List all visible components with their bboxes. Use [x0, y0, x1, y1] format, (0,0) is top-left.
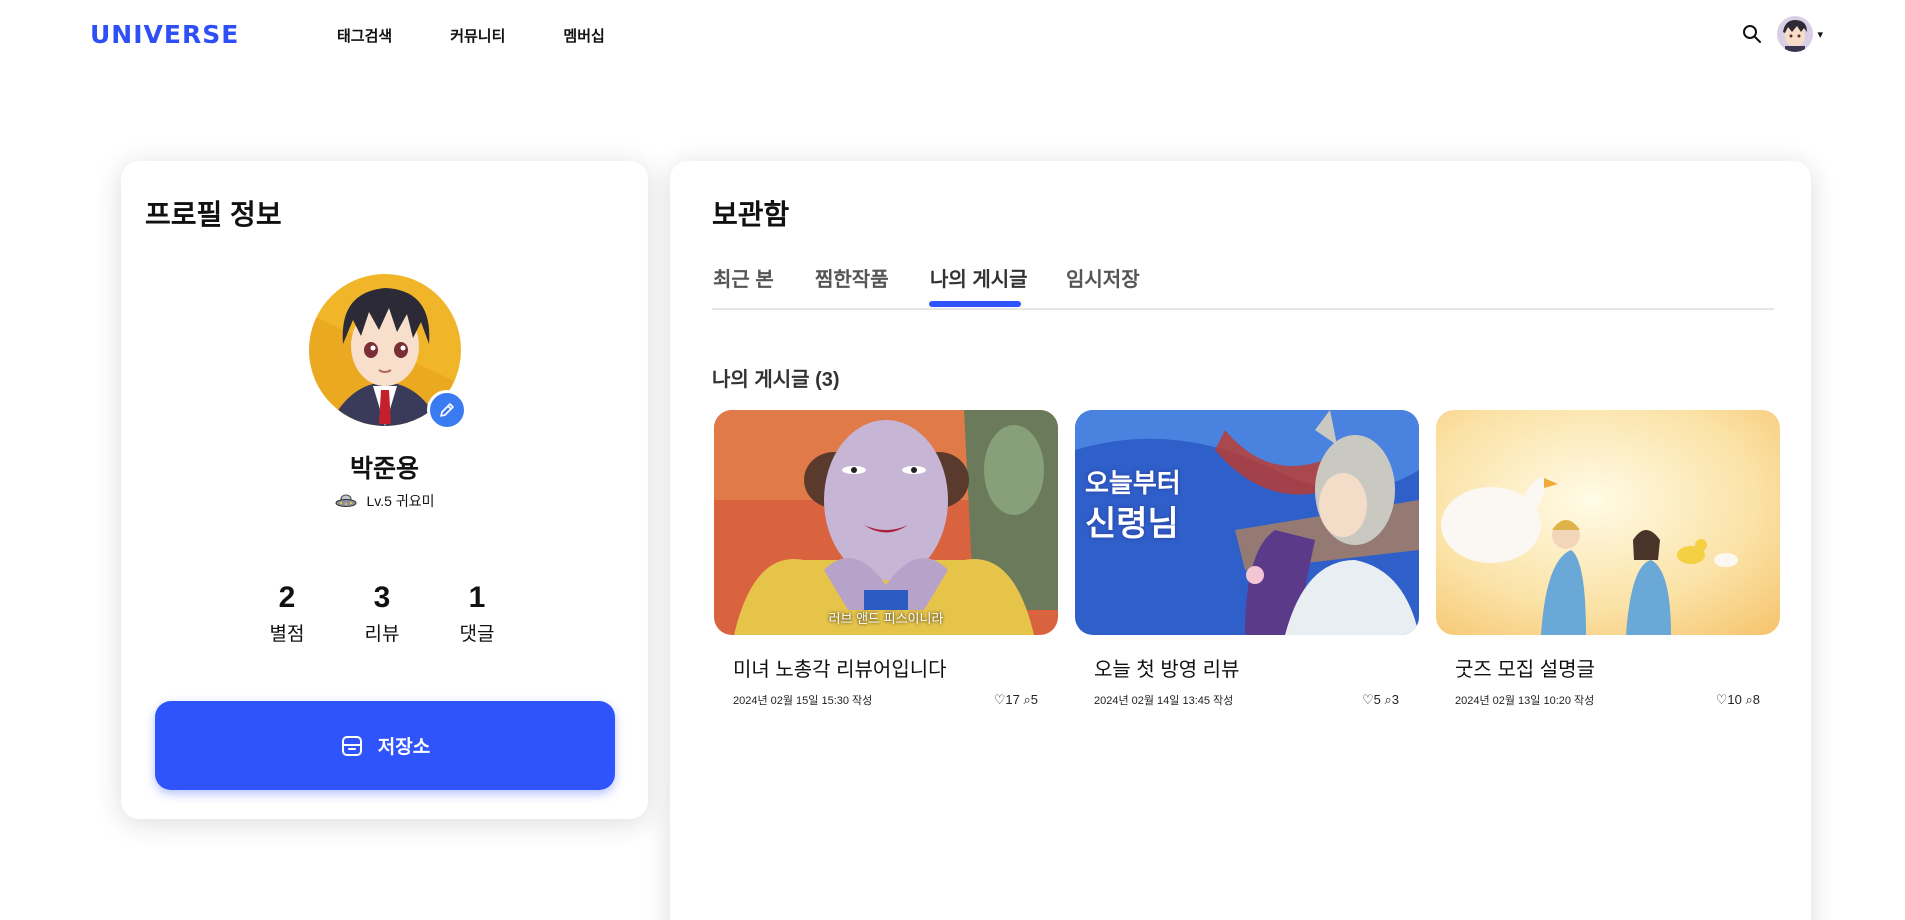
post-thumbnail: [1436, 410, 1780, 635]
header-actions: ▾: [1741, 16, 1823, 52]
header-avatar[interactable]: [1777, 16, 1814, 52]
stat-label: 댓글: [459, 624, 495, 645]
stat-label: 리뷰: [364, 624, 400, 645]
comment-count: ⌕5: [1023, 692, 1038, 707]
post-card[interactable]: 오늘부터 신령님 오늘 첫 방영 리뷰 2024년 02월 14일 13:45 …: [1075, 410, 1419, 708]
post-title: 굿즈 모집 설명글: [1455, 659, 1595, 681]
pencil-icon: [440, 403, 454, 417]
comment-count: ⌕3: [1384, 692, 1399, 707]
tab-my-posts[interactable]: 나의 게시글: [930, 263, 1028, 292]
profile-card: 프로필 정보 박준용 Lv.5 귀요미 2 별점 3 리뷰 1 댓글 저장소: [121, 161, 648, 819]
tab-favorites[interactable]: 찜한작품: [815, 263, 889, 292]
like-count: ♡17: [993, 692, 1020, 707]
nav-community[interactable]: 커뮤니티: [450, 25, 505, 46]
edit-avatar-button[interactable]: [427, 390, 467, 430]
profile-stats: 2 별점 3 리뷰 1 댓글: [247, 581, 517, 646]
post-thumbnail: 러브 앤드 피스이니라: [714, 410, 1058, 635]
profile-avatar-wrap: [309, 274, 467, 430]
like-count: ♡5: [1361, 692, 1381, 707]
main-nav: 태그검색 커뮤니티 멤버십: [337, 25, 663, 46]
storage-tabs: 최근 본 찜한작품 나의 게시글 임시저장: [712, 263, 1774, 310]
storage-title: 보관함: [712, 199, 790, 230]
post-date: 2024년 02월 15일 15:30 작성: [733, 695, 873, 707]
stat-ratings[interactable]: 2 별점: [247, 581, 327, 646]
post-date: 2024년 02월 14일 13:45 작성: [1094, 695, 1234, 707]
thumbnail-title: 오늘부터 신령님: [1085, 464, 1181, 544]
thumbnail-title-line: 신령님: [1085, 504, 1179, 544]
post-title: 미녀 노총각 리뷰어입니다: [733, 659, 947, 681]
tab-recent[interactable]: 최근 본: [713, 263, 774, 292]
user-name: 박준용: [349, 455, 419, 483]
post-meta: 2024년 02월 15일 15:30 작성 ♡17 ⌕5: [733, 692, 1038, 708]
storage-card: 보관함 최근 본 찜한작품 나의 게시글 임시저장 나의 게시글 (3) 러브 …: [670, 161, 1811, 920]
storage-button[interactable]: 저장소: [155, 701, 615, 790]
storage-button-label: 저장소: [377, 737, 431, 758]
post-counts: ♡10 ⌕8: [1716, 692, 1760, 708]
post-thumbnail: 오늘부터 신령님: [1075, 410, 1419, 635]
stat-label: 별점: [269, 624, 305, 645]
level-label: Lv.5 귀요미: [366, 493, 435, 509]
search-icon[interactable]: [1741, 23, 1763, 45]
stat-value: 2: [278, 581, 296, 614]
post-card[interactable]: 러브 앤드 피스이니라 미녀 노총각 리뷰어입니다 2024년 02월 15일 …: [714, 410, 1058, 708]
archive-icon: [341, 735, 362, 756]
tab-drafts[interactable]: 임시저장: [1066, 263, 1140, 292]
post-card[interactable]: 굿즈 모집 설명글 2024년 02월 13일 10:20 작성 ♡10 ⌕8: [1436, 410, 1780, 708]
stat-value: 3: [373, 581, 391, 614]
nav-tag-search[interactable]: 태그검색: [337, 25, 392, 46]
nav-membership[interactable]: 멤버십: [563, 25, 604, 46]
post-counts: ♡17 ⌕5: [994, 692, 1038, 708]
stat-comments[interactable]: 1 댓글: [437, 581, 517, 646]
like-count: ♡10: [1715, 692, 1742, 707]
section-title: 나의 게시글 (3): [712, 369, 840, 391]
thumbnail-subtitle: 러브 앤드 피스이니라: [828, 611, 944, 626]
post-title: 오늘 첫 방영 리뷰: [1094, 659, 1240, 681]
post-counts: ♡5 ⌕3: [1362, 692, 1399, 708]
user-level: Lv.5 귀요미: [121, 491, 648, 511]
post-meta: 2024년 02월 14일 13:45 작성 ♡5 ⌕3: [1094, 692, 1399, 708]
top-header: UNIVERSE 태그검색 커뮤니티 멤버십 ▾: [0, 0, 1905, 70]
chevron-down-icon[interactable]: ▾: [1817, 28, 1823, 41]
active-tab-indicator: [929, 301, 1021, 307]
stat-value: 1: [468, 581, 486, 614]
ufo-icon: [335, 494, 357, 507]
logo[interactable]: UNIVERSE: [90, 20, 239, 49]
thumbnail-title-line: 오늘부터: [1085, 469, 1181, 499]
stat-reviews[interactable]: 3 리뷰: [342, 581, 422, 646]
post-date: 2024년 02월 13일 10:20 작성: [1455, 695, 1595, 707]
profile-title: 프로필 정보: [145, 199, 282, 230]
comment-count: ⌕8: [1745, 692, 1760, 707]
post-meta: 2024년 02월 13일 10:20 작성 ♡10 ⌕8: [1455, 692, 1760, 708]
